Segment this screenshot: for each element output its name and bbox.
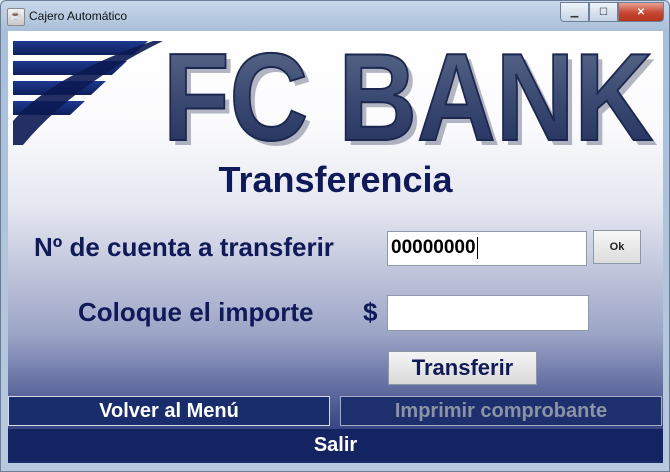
window-controls: ▁ ☐ ✕ [560,2,664,22]
account-number-input[interactable]: 00000000 [387,231,587,266]
exit-button[interactable]: Salir [8,429,663,461]
java-cup-icon: ☕ [7,8,25,26]
amount-label: Coloque el importe [78,297,314,327]
minimize-button[interactable]: ▁ [560,2,589,22]
account-number-label: Nº de cuenta a transferir [34,232,334,262]
ok-button[interactable]: Ok [593,230,641,264]
title-bar[interactable]: ☕ Cajero Automático ▁ ☐ ✕ [1,1,669,31]
minimize-icon: ▁ [570,6,579,18]
transfer-panel: FC BANK FC BANK Transferencia Nº de cuen… [8,31,663,463]
window-title: Cajero Automático [29,9,128,23]
transfer-button[interactable]: Transferir [388,351,537,385]
close-button[interactable]: ✕ [618,2,664,22]
logo-stripes-icon [13,41,163,145]
amount-input[interactable] [387,295,589,331]
page-title: Transferencia [218,159,453,200]
fc-bank-logo: FC BANK FC BANK [13,35,658,155]
currency-symbol: $ [363,297,378,327]
print-receipt-button[interactable]: Imprimir comprobante [340,396,662,426]
maximize-icon: ☐ [599,6,608,18]
close-icon: ✕ [636,6,646,18]
text-caret [476,236,478,259]
back-to-menu-button[interactable]: Volver al Menú [8,396,330,426]
logo-wordmark: FC BANK [163,35,653,155]
account-number-value: 00000000 [391,237,476,258]
app-window: ☕ Cajero Automático ▁ ☐ ✕ FC BANK FC BAN… [0,0,670,472]
maximize-button[interactable]: ☐ [589,2,618,22]
